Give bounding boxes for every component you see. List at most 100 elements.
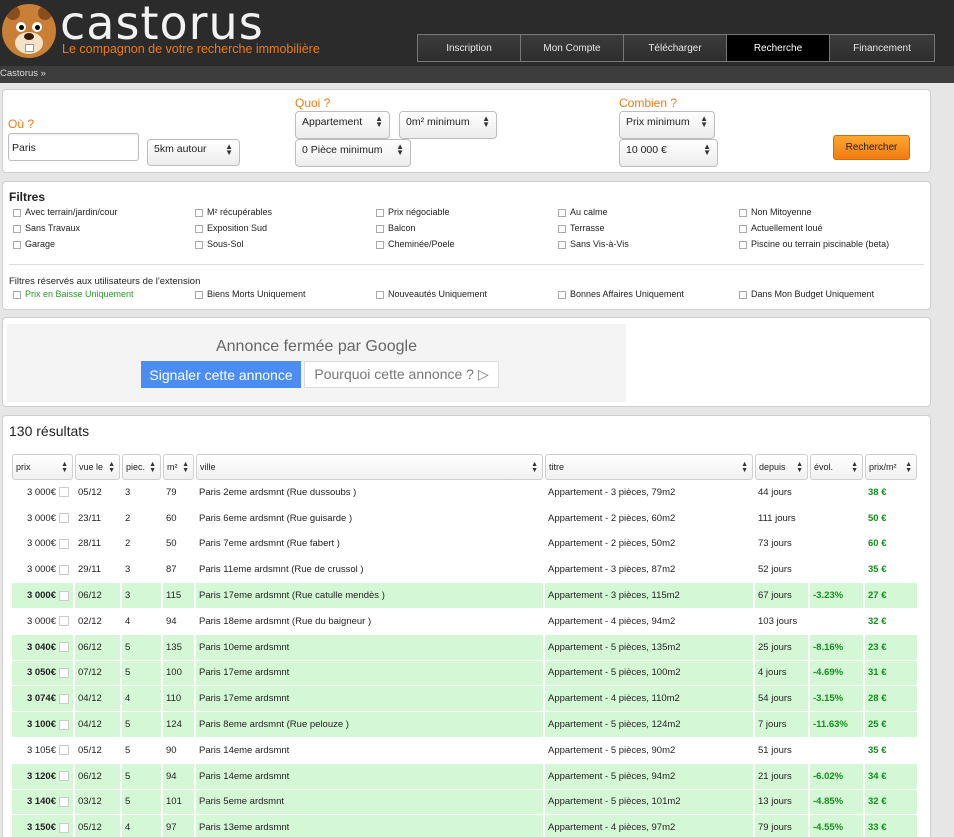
checkbox[interactable] (59, 564, 69, 575)
property-type-select[interactable]: Appartement ▲ ▼ (295, 111, 390, 139)
checkbox[interactable] (195, 291, 203, 299)
city-cell[interactable]: Paris 17eme ardsmnt (Rue catulle mendès … (196, 583, 543, 609)
radius-select[interactable]: 5km autour ▲ ▼ (147, 139, 240, 166)
checkbox[interactable] (376, 291, 384, 299)
table-row[interactable]: 3 100€ 04/12 5 124 Paris 8eme ardsmnt (Rue p… (12, 712, 917, 738)
filter-item[interactable]: Au calme (558, 206, 608, 217)
title-cell[interactable]: Appartement - 5 pièces, 101m2 (545, 789, 753, 816)
table-row[interactable]: 3 000€ 02/12 4 94 Paris 18eme ardsmnt (Rue d… (12, 609, 917, 635)
filter-item[interactable]: Non Mitoyenne (739, 206, 812, 217)
city-cell[interactable]: Paris 17eme ardsmnt (196, 686, 543, 713)
checkbox[interactable] (558, 225, 566, 233)
title-cell[interactable]: Appartement - 5 pièces, 94m2 (545, 763, 753, 790)
price-value-select[interactable]: 10 000 € ▲ ▼ (619, 139, 718, 167)
col-prix-m2[interactable]: prix/m² ▲ ▼ (865, 454, 917, 480)
checkbox[interactable] (739, 241, 747, 249)
city-cell[interactable]: Paris 6eme ardsmnt (Rue guisarde ) (196, 506, 543, 532)
checkbox[interactable] (376, 209, 384, 217)
title-cell[interactable]: Appartement - 3 pièces, 87m2 (545, 557, 753, 584)
table-row[interactable]: 3 105€ 05/12 5 90 Paris 14eme ardsmnt Apparte… (12, 738, 917, 764)
checkbox[interactable] (739, 225, 747, 233)
report-ad-button[interactable]: Signaler cette annonce (141, 361, 301, 388)
city-cell[interactable]: Paris 14eme ardsmnt (196, 738, 543, 764)
breadcrumb[interactable]: Castorus » (0, 66, 954, 83)
checkbox[interactable] (59, 642, 69, 653)
search-button[interactable]: Rechercher (833, 135, 910, 160)
extension-filter-item[interactable]: Biens Morts Uniquement (195, 288, 306, 299)
filter-item[interactable]: M² récupérables (195, 206, 272, 217)
title-cell[interactable]: Appartement - 2 pièces, 60m2 (545, 506, 753, 532)
checkbox[interactable] (739, 209, 747, 217)
tab-financement[interactable]: Financement (829, 34, 935, 62)
table-row[interactable]: 3 074€ 04/12 4 110 Paris 17eme ardsmnt Appart… (12, 686, 917, 713)
tab-recherche[interactable]: Recherche (726, 34, 829, 62)
filter-item[interactable]: Garage (13, 238, 55, 249)
filter-item[interactable]: Prix négociable (376, 206, 450, 217)
checkbox[interactable] (59, 487, 69, 498)
checkbox[interactable] (59, 745, 69, 756)
filter-item[interactable]: Sous-Sol (195, 238, 244, 249)
table-row[interactable]: 3 050€ 07/12 5 100 Paris 17eme ardsmnt Appart… (12, 660, 917, 687)
checkbox[interactable] (558, 241, 566, 249)
checkbox[interactable] (59, 590, 69, 601)
table-row[interactable]: 3 040€ 06/12 5 135 Paris 10eme ardsmnt Appart… (12, 634, 917, 661)
city-cell[interactable]: Paris 13eme ardsmnt (196, 815, 543, 837)
col-titre[interactable]: titre ▲ ▼ (545, 454, 753, 480)
col-prix[interactable]: prix ▲ ▼ (12, 454, 73, 480)
beaver-logo-icon[interactable] (2, 4, 56, 58)
extension-filter-item[interactable]: Nouveautés Uniquement (376, 288, 487, 299)
filter-item[interactable]: Sans Vis-à-Vis (558, 238, 629, 249)
checkbox[interactable] (59, 796, 69, 807)
table-row[interactable]: 3 000€ 05/12 3 79 Paris 2eme ardsmnt (Rue du… (12, 480, 917, 506)
col-vue-le[interactable]: vue le ▲ ▼ (75, 454, 120, 480)
city-cell[interactable]: Paris 11eme ardsmnt (Rue de crussol ) (196, 557, 543, 584)
checkbox[interactable] (195, 225, 203, 233)
checkbox[interactable] (59, 667, 69, 678)
table-row[interactable]: 3 120€ 06/12 5 94 Paris 14eme ardsmnt Apparte… (12, 763, 917, 790)
filter-item[interactable]: Sans Travaux (13, 222, 80, 233)
why-this-ad-button[interactable]: Pourquoi cette annonce ? ▷ (304, 361, 499, 388)
col-m2[interactable]: m² ▲ ▼ (163, 454, 194, 480)
checkbox[interactable] (558, 209, 566, 217)
surface-select[interactable]: 0m² minimum ▲ ▼ (399, 111, 497, 139)
tab-inscription[interactable]: Inscription (417, 34, 520, 62)
table-row[interactable]: 3 000€ 28/11 2 50 Paris 7eme ardsmnt (Rue fa… (12, 532, 917, 558)
title-cell[interactable]: Appartement - 5 pièces, 100m2 (545, 660, 753, 687)
city-cell[interactable]: Paris 8eme ardsmnt (Rue pelouze ) (196, 712, 543, 738)
checkbox[interactable] (739, 291, 747, 299)
tab-mon-compte[interactable]: Mon Compte (520, 34, 623, 62)
title-cell[interactable]: Appartement - 3 pièces, 115m2 (545, 583, 753, 609)
checkbox[interactable] (376, 241, 384, 249)
filter-item[interactable]: Actuellement loué (739, 222, 823, 233)
checkbox[interactable] (558, 291, 566, 299)
tab-telecharger[interactable]: Télécharger (623, 34, 726, 62)
extension-filter-item[interactable]: Prix en Baisse Uniquement (13, 288, 134, 299)
table-row[interactable]: 3 140€ 03/12 5 101 Paris 5eme ardsmnt Apparte… (12, 789, 917, 816)
filter-item[interactable]: Cheminée/Poele (376, 238, 455, 249)
city-cell[interactable]: Paris 2eme ardsmnt (Rue dussoubs ) (196, 480, 543, 506)
extension-filter-item[interactable]: Bonnes Affaires Uniquement (558, 288, 684, 299)
table-row[interactable]: 3 000€ 29/11 3 87 Paris 11eme ardsmnt (Rue d… (12, 557, 917, 584)
filter-item[interactable]: Avec terrain/jardin/cour (13, 206, 117, 217)
checkbox[interactable] (13, 241, 21, 249)
title-cell[interactable]: Appartement - 5 pièces, 124m2 (545, 712, 753, 738)
col-piec[interactable]: piec. ▲ ▼ (122, 454, 161, 480)
title-cell[interactable]: Appartement - 2 pièces, 50m2 (545, 532, 753, 558)
checkbox[interactable] (195, 241, 203, 249)
table-row[interactable]: 3 000€ 23/11 2 60 Paris 6eme ardsmnt (Rue gu… (12, 506, 917, 532)
col-evol[interactable]: évol. ▲ ▼ (810, 454, 863, 480)
price-mode-select[interactable]: Prix minimum ▲ ▼ (619, 111, 715, 139)
checkbox[interactable] (59, 719, 69, 730)
title-cell[interactable]: Appartement - 5 pièces, 90m2 (545, 738, 753, 764)
col-ville[interactable]: ville ▲ ▼ (196, 454, 543, 480)
checkbox[interactable] (59, 513, 69, 524)
city-cell[interactable]: Paris 10eme ardsmnt (196, 634, 543, 661)
rooms-select[interactable]: 0 Pièce minimum ▲ ▼ (295, 139, 411, 167)
title-cell[interactable]: Appartement - 5 pièces, 135m2 (545, 634, 753, 661)
checkbox[interactable] (59, 693, 69, 704)
title-cell[interactable]: Appartement - 4 pièces, 110m2 (545, 686, 753, 713)
city-cell[interactable]: Paris 18eme ardsmnt (Rue du baigneur ) (196, 609, 543, 635)
filter-item[interactable]: Balcon (376, 222, 416, 233)
title-cell[interactable]: Appartement - 4 pièces, 94m2 (545, 609, 753, 635)
city-cell[interactable]: Paris 14eme ardsmnt (196, 763, 543, 790)
